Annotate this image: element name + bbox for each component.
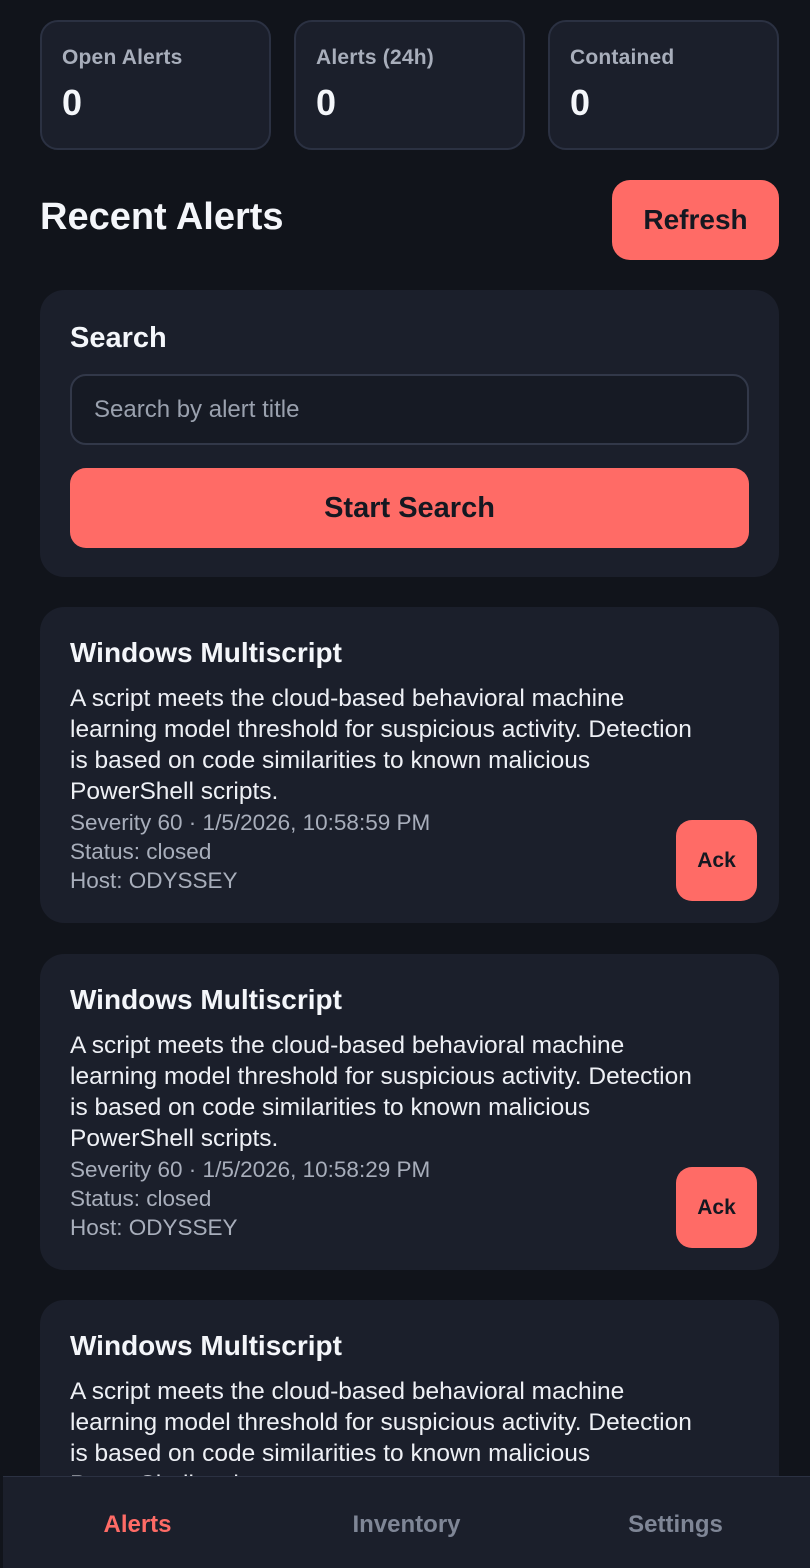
alert-description: A script meets the cloud-based behaviora… <box>70 685 692 805</box>
search-input[interactable] <box>70 374 749 445</box>
stat-card-contained: Contained 0 <box>548 20 779 150</box>
tab-inventory[interactable]: Inventory <box>272 1507 541 1539</box>
stat-label: Alerts (24h) <box>316 46 434 69</box>
alert-host: Host: ODYSSEY <box>70 1215 238 1240</box>
alert-severity-time: Severity 60 · 1/5/2026, 10:58:29 PM <box>70 1157 431 1182</box>
stat-value: 0 <box>62 82 83 123</box>
search-label: Search <box>70 322 167 354</box>
bottom-tab-bar: Alerts Inventory Settings <box>3 1476 810 1568</box>
alert-status: Status: closed <box>70 1186 212 1211</box>
alert-description: A script meets the cloud-based behaviora… <box>70 1378 692 1476</box>
alert-severity-time: Severity 60 · 1/5/2026, 10:58:59 PM <box>70 810 431 835</box>
tab-settings[interactable]: Settings <box>541 1507 810 1539</box>
alert-title: Windows Multiscript <box>70 984 342 1015</box>
alert-title: Windows Multiscript <box>70 637 342 668</box>
stat-card-alerts-24h: Alerts (24h) 0 <box>294 20 525 150</box>
alert-description: A script meets the cloud-based behaviora… <box>70 1032 692 1152</box>
ack-button[interactable]: Ack <box>676 820 757 901</box>
alert-title: Windows Multiscript <box>70 1330 342 1361</box>
alert-meta: Severity 60 · 1/5/2026, 10:58:29 PM Stat… <box>70 1155 430 1242</box>
start-search-button[interactable]: Start Search <box>70 468 749 548</box>
alert-status: Status: closed <box>70 839 212 864</box>
stat-card-open-alerts: Open Alerts 0 <box>40 20 271 150</box>
stat-label: Contained <box>570 46 675 69</box>
alerts-screen: Open Alerts 0 Alerts (24h) 0 Contained 0… <box>0 0 810 1568</box>
refresh-button[interactable]: Refresh <box>612 180 779 260</box>
alert-host: Host: ODYSSEY <box>70 868 238 893</box>
ack-button[interactable]: Ack <box>676 1167 757 1248</box>
stats-row: Open Alerts 0 Alerts (24h) 0 Contained 0 <box>40 20 779 150</box>
tab-alerts[interactable]: Alerts <box>3 1507 272 1539</box>
alerts-scroll-view[interactable]: Open Alerts 0 Alerts (24h) 0 Contained 0… <box>0 0 810 1476</box>
stat-label: Open Alerts <box>62 46 183 69</box>
section-title: Recent Alerts <box>40 196 284 238</box>
alert-meta: Severity 60 · 1/5/2026, 10:58:59 PM Stat… <box>70 808 430 895</box>
stat-value: 0 <box>316 82 337 123</box>
alert-card[interactable]: Windows Multiscript A script meets the c… <box>40 607 779 923</box>
stat-value: 0 <box>570 82 591 123</box>
alert-card[interactable]: Windows Multiscript A script meets the c… <box>40 1300 779 1476</box>
alert-card[interactable]: Windows Multiscript A script meets the c… <box>40 954 779 1270</box>
search-panel: Search Start Search <box>40 290 779 577</box>
